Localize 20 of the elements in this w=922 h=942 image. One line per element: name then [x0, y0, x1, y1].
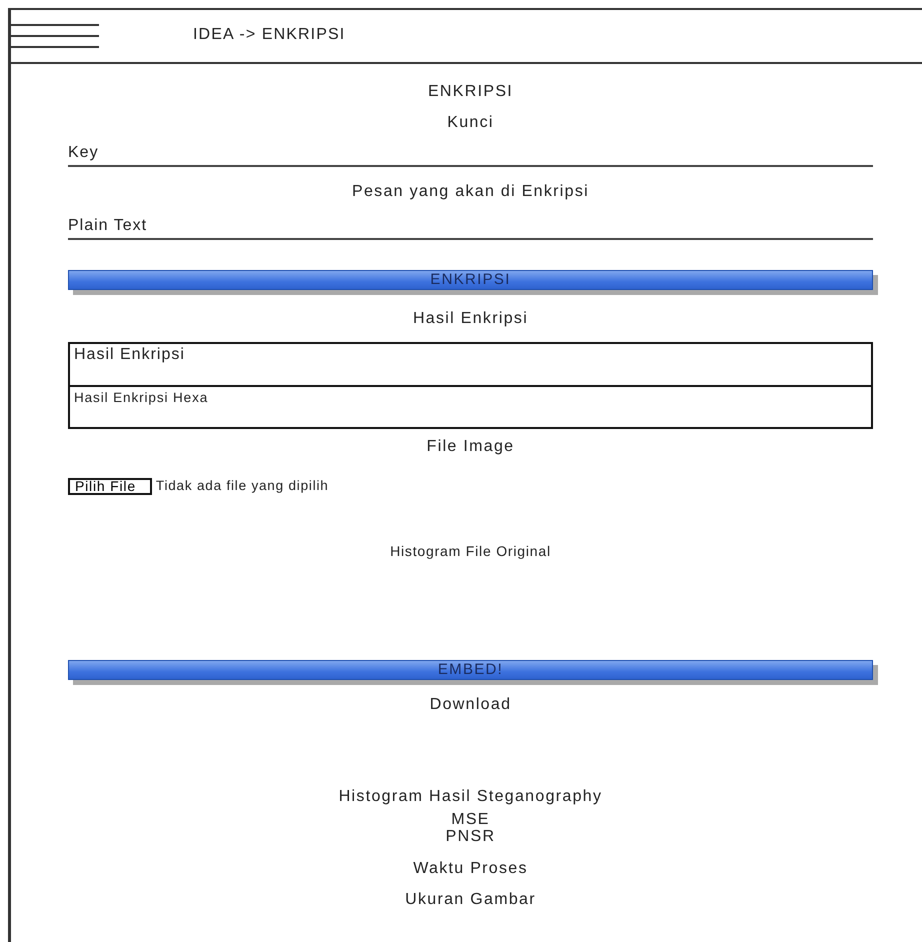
image-size-label: Ukuran Gambar — [405, 890, 536, 910]
metric-label: PNSR — [446, 828, 496, 845]
result-field: Hasil Enkripsi Hexa — [70, 384, 871, 427]
section-label: File Image — [426, 437, 514, 457]
choose-file-button[interactable]: Pilih File — [68, 478, 152, 495]
page-title: IDEA -> ENKRIPSI — [193, 25, 346, 45]
field-label: Pesan yang akan di Enkripsi — [352, 182, 589, 202]
metric-label: MSE — [451, 811, 490, 828]
field-label: Kunci — [447, 113, 494, 133]
section-title: ENKRIPSI — [428, 82, 514, 102]
section-label: Hasil Enkripsi — [412, 309, 528, 329]
plaintext-field[interactable]: Plain Text — [68, 214, 873, 240]
file-status: Tidak ada file yang dipilih — [156, 477, 329, 496]
menu-icon[interactable] — [9, 24, 99, 50]
key-field[interactable]: Key — [68, 141, 873, 167]
histogram-label: Histogram File Original — [390, 542, 551, 561]
download-label: Download — [430, 695, 512, 715]
process-time-label: Waktu Proses — [413, 859, 528, 879]
histogram-label: Histogram Hasil Steganography — [338, 787, 602, 807]
result-field: Hasil Enkripsi — [70, 344, 871, 384]
